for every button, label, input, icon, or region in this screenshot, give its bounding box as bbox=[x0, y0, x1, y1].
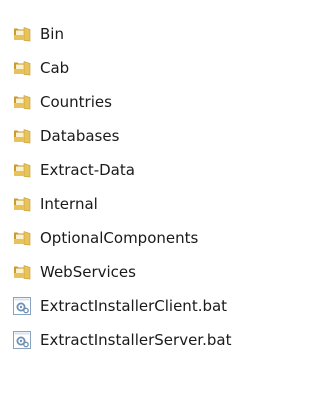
list-item-folder-optionalcomponents[interactable]: OptionalComponents bbox=[12, 221, 302, 255]
list-item-folder-extract-data[interactable]: Extract-Data bbox=[12, 153, 302, 187]
folder-icon bbox=[12, 93, 31, 112]
list-item-folder-bin[interactable]: Bin bbox=[12, 17, 302, 51]
list-item-file-extractinstallerclient[interactable]: ExtractInstallerClient.bat bbox=[12, 289, 302, 323]
folder-icon bbox=[12, 127, 31, 146]
item-label: Bin bbox=[40, 24, 64, 43]
item-label: OptionalComponents bbox=[40, 228, 199, 247]
list-item-file-extractinstallerserver[interactable]: ExtractInstallerServer.bat bbox=[12, 323, 302, 357]
list-item-folder-webservices[interactable]: WebServices bbox=[12, 255, 302, 289]
list-item-folder-countries[interactable]: Countries bbox=[12, 85, 302, 119]
item-label: ExtractInstallerClient.bat bbox=[40, 296, 228, 315]
folder-icon bbox=[12, 161, 31, 180]
item-label: ExtractInstallerServer.bat bbox=[40, 330, 232, 349]
batch-file-icon bbox=[12, 331, 31, 350]
batch-file-icon bbox=[12, 297, 31, 316]
item-label: Internal bbox=[40, 194, 98, 213]
folder-icon bbox=[12, 195, 31, 214]
item-label: WebServices bbox=[40, 262, 136, 281]
folder-icon bbox=[12, 59, 31, 78]
file-list: Bin Cab Countries Databases Extract-Data… bbox=[12, 17, 302, 357]
item-label: Extract-Data bbox=[40, 160, 135, 179]
item-label: Cab bbox=[40, 58, 70, 77]
folder-icon bbox=[12, 229, 31, 248]
folder-icon bbox=[12, 263, 31, 282]
item-label: Countries bbox=[40, 92, 112, 111]
folder-icon bbox=[12, 25, 31, 44]
item-label: Databases bbox=[40, 126, 120, 145]
list-item-folder-internal[interactable]: Internal bbox=[12, 187, 302, 221]
list-item-folder-databases[interactable]: Databases bbox=[12, 119, 302, 153]
list-item-folder-cab[interactable]: Cab bbox=[12, 51, 302, 85]
